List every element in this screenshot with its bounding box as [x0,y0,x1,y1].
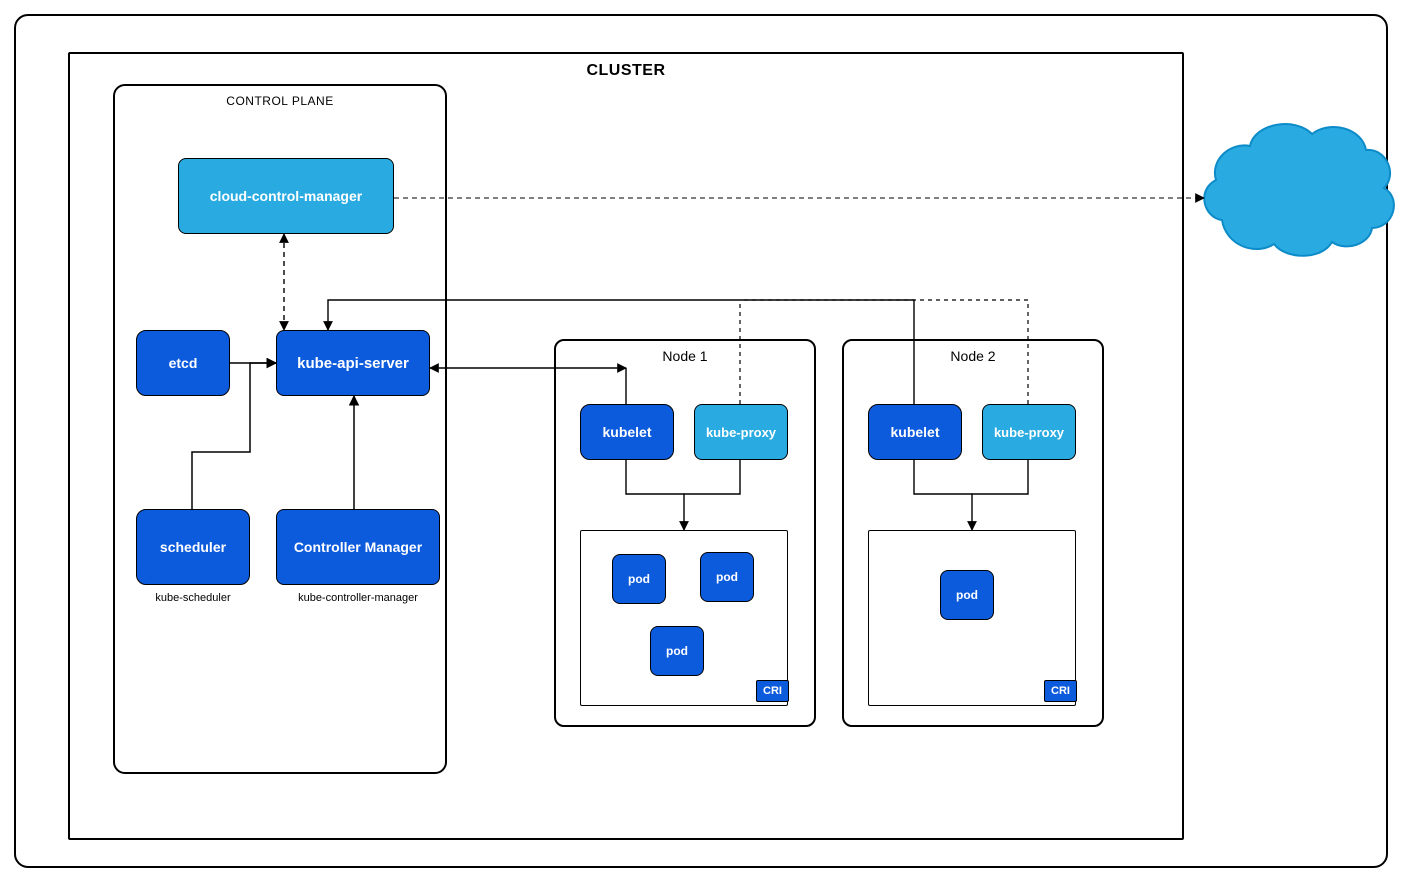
diagram-stage: CLUSTER CONTROL PLANE cloud-control-mana… [0,0,1402,882]
node2-pod: pod [940,570,994,620]
scheduler-caption: kube-scheduler [136,592,250,604]
node2-title: Node 2 [842,348,1104,364]
control-plane-title: CONTROL PLANE [113,94,447,108]
cluster-title: CLUSTER [68,62,1184,80]
node1-pod: pod [700,552,754,602]
scheduler-box: scheduler [136,509,250,585]
cloud-provider-api-label: CLOUD PROVIDER API [1203,190,1387,202]
node1-title: Node 1 [554,348,816,364]
node2-kubelet-box: kubelet [868,404,962,460]
node1-kube-proxy-box: kube-proxy [694,404,788,460]
node2-kube-proxy-box: kube-proxy [982,404,1076,460]
etcd-box: etcd [136,330,230,396]
node1-cri-badge: CRI [756,680,789,702]
controller-manager-box: Controller Manager [276,509,440,585]
node2-cri-badge: CRI [1044,680,1077,702]
controller-manager-caption: kube-controller-manager [276,592,440,604]
node1-kubelet-box: kubelet [580,404,674,460]
cloud-control-manager-box: cloud-control-manager [178,158,394,234]
kube-api-server-box: kube-api-server [276,330,430,396]
node1-pod: pod [612,554,666,604]
node1-pod: pod [650,626,704,676]
